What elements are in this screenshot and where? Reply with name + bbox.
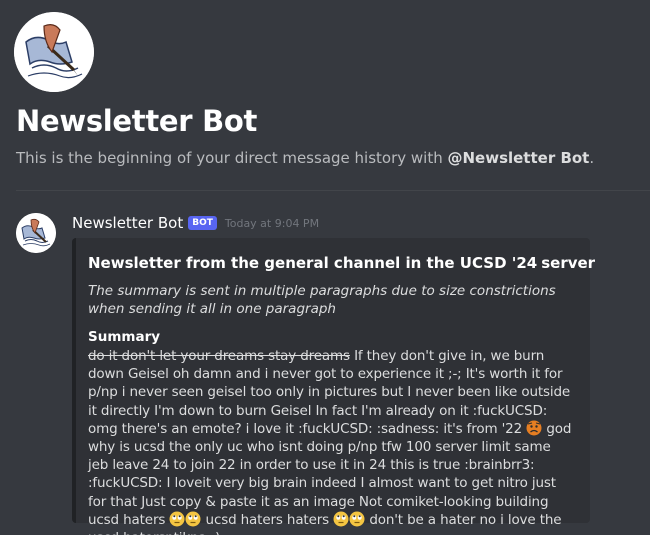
quill-pen-avatar-icon	[16, 213, 56, 253]
bot-avatar-large[interactable]	[14, 12, 94, 92]
eye-roll-emoji-icon	[349, 511, 365, 527]
divider	[16, 190, 650, 191]
embed-title: Newsletter from the general channel in t…	[88, 252, 595, 274]
embed-description: The summary is sent in multiple paragrap…	[88, 283, 556, 317]
message-author-avatar[interactable]	[16, 213, 56, 253]
sad-face-emoji-icon	[526, 420, 542, 436]
quill-pen-avatar-icon	[14, 12, 94, 92]
channel-intro-text: This is the beginning of your direct mes…	[16, 147, 594, 169]
eye-roll-emoji-icon	[169, 511, 185, 527]
strikethrough-text: do it don't let your dreams stay dreams	[88, 348, 350, 364]
message-timestamp[interactable]: Today at 9:04 PM	[225, 217, 319, 230]
intro-suffix: .	[589, 149, 595, 167]
eye-roll-emoji-icon	[333, 511, 349, 527]
bot-mention[interactable]: @Newsletter Bot	[447, 149, 589, 167]
embed-title-text: Newsletter from the general channel in t…	[88, 254, 538, 272]
channel-title: Newsletter Bot	[16, 104, 258, 138]
bot-tag-badge: BOT	[188, 216, 217, 230]
embed-field-value: do it don't let your dreams stay dreams …	[88, 347, 574, 535]
eye-roll-emoji-icon	[185, 511, 201, 527]
message-embed: Newsletter from the general channel in t…	[72, 238, 595, 535]
summary-text-3: ucsd haters haters	[201, 511, 334, 528]
embed-title-suffix: server	[541, 254, 596, 272]
message-author-name[interactable]: Newsletter Bot	[72, 214, 183, 232]
intro-prefix: This is the beginning of your direct mes…	[16, 149, 448, 167]
message-header: Newsletter Bot BOT Today at 9:04 PM	[72, 212, 319, 234]
dm-channel-view: Newsletter Bot This is the beginning of …	[0, 0, 650, 535]
embed-field-name: Summary	[88, 329, 161, 345]
